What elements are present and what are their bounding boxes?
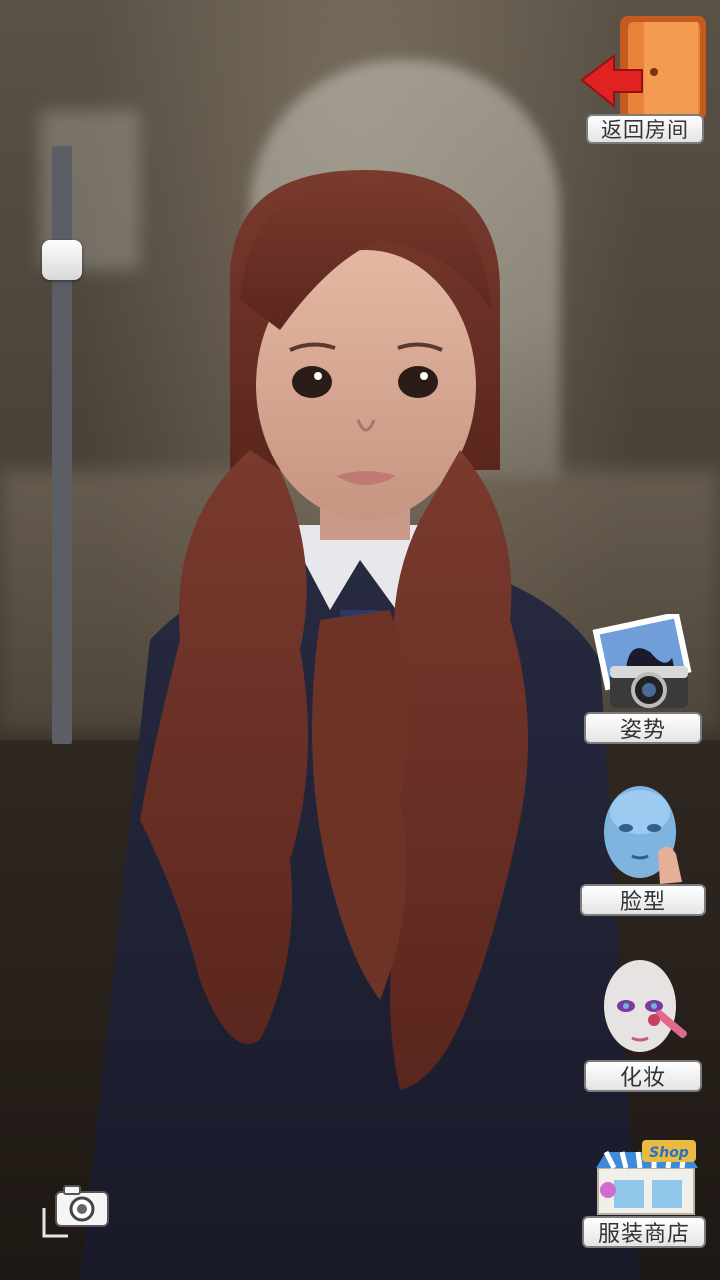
camera-photo-icon — [592, 614, 692, 708]
face-shape-button[interactable]: 脸型 — [580, 782, 706, 918]
face-shape-label: 脸型 — [580, 884, 706, 916]
back-to-room-label: 返回房间 — [586, 114, 704, 144]
zoom-slider-track[interactable] — [52, 146, 72, 744]
makeup-brush-icon — [604, 960, 687, 1052]
door-exit-icon — [580, 16, 706, 120]
makeup-button[interactable]: 化妆 — [584, 958, 702, 1094]
camera-icon[interactable] — [40, 1180, 114, 1244]
pose-label: 姿势 — [584, 712, 702, 744]
face-shape-icon — [604, 786, 682, 884]
shop-storefront-icon: Shop — [596, 1140, 698, 1215]
shop-sign-text: Shop — [649, 1145, 689, 1161]
makeup-label: 化妆 — [584, 1060, 702, 1092]
clothing-shop-button[interactable]: Shop 服装商店 — [580, 1138, 708, 1250]
back-to-room-button[interactable]: 返回房间 — [580, 14, 710, 144]
zoom-slider-thumb[interactable] — [42, 239, 82, 280]
clothing-shop-label: 服装商店 — [582, 1216, 706, 1248]
pose-button[interactable]: 姿势 — [584, 614, 704, 746]
